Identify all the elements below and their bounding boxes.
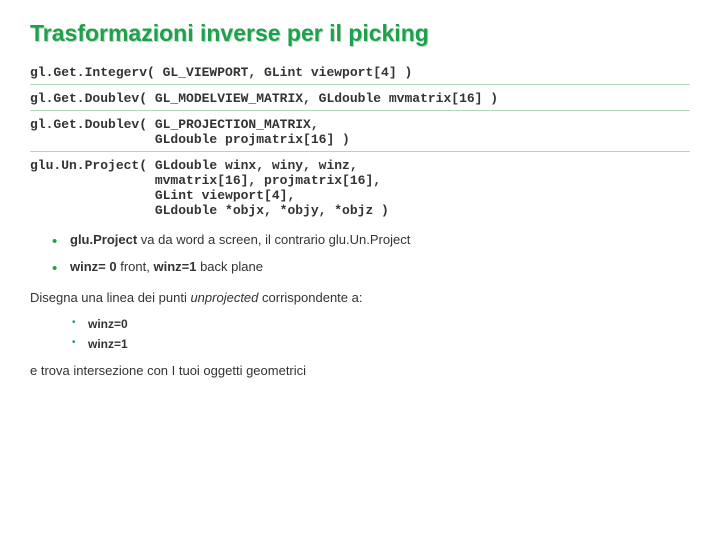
- paragraph: Disegna una linea dei punti unprojected …: [30, 290, 690, 305]
- paragraph: e trova intersezione con I tuoi oggetti …: [30, 363, 690, 378]
- list-item: winz=0: [88, 317, 690, 331]
- code-line-3: gl.Get.Doublev( GL_PROJECTION_MATRIX, GL…: [30, 117, 690, 147]
- text-italic: unprojected: [190, 290, 258, 305]
- list-item: glu.Project va da word a screen, il cont…: [70, 232, 690, 249]
- divider: [30, 110, 690, 111]
- text-bold: winz=0: [88, 317, 128, 331]
- text: corrispondente a:: [258, 290, 362, 305]
- text-bold: winz= 0: [70, 259, 117, 274]
- text: back plane: [196, 259, 263, 274]
- code-line-4: glu.Un.Project( GLdouble winx, winy, win…: [30, 158, 690, 218]
- code-line-2: gl.Get.Doublev( GL_MODELVIEW_MATRIX, GLd…: [30, 91, 690, 106]
- function-name: glu.Project: [70, 232, 137, 247]
- list-item: winz= 0 front, winz=1 back plane: [70, 259, 690, 276]
- bullet-list: glu.Project va da word a screen, il cont…: [30, 232, 690, 276]
- list-item: winz=1: [88, 337, 690, 351]
- text: front,: [117, 259, 154, 274]
- divider: [30, 151, 690, 152]
- text-bold: winz=1: [153, 259, 196, 274]
- text: va da word a screen, il contrario glu.Un…: [137, 232, 410, 247]
- code-line-1: gl.Get.Integerv( GL_VIEWPORT, GLint view…: [30, 65, 690, 80]
- text-bold: winz=1: [88, 337, 128, 351]
- text: Disegna una linea dei punti: [30, 290, 190, 305]
- page-title: Trasformazioni inverse per il picking: [30, 20, 690, 47]
- sub-list: winz=0 winz=1: [30, 317, 690, 351]
- divider: [30, 84, 690, 85]
